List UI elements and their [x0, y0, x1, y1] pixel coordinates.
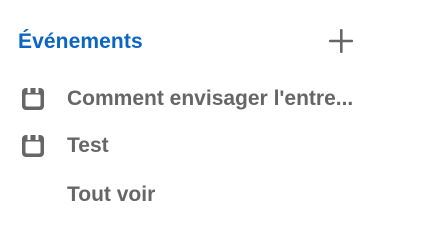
calendar-icon — [20, 86, 46, 112]
add-event-button[interactable] — [326, 26, 356, 56]
see-all-link[interactable]: Tout voir — [67, 183, 155, 207]
event-item[interactable]: Test — [20, 131, 420, 161]
event-item[interactable]: Comment envisager l'entre... — [20, 84, 420, 114]
event-label: Test — [67, 134, 109, 157]
events-panel: Événements Comment envisager l'entre... — [0, 0, 444, 244]
events-title[interactable]: Événements — [18, 30, 143, 54]
event-label: Comment envisager l'entre... — [67, 87, 354, 110]
events-header: Événements — [18, 26, 358, 60]
calendar-icon — [20, 133, 46, 159]
plus-icon — [329, 29, 353, 53]
